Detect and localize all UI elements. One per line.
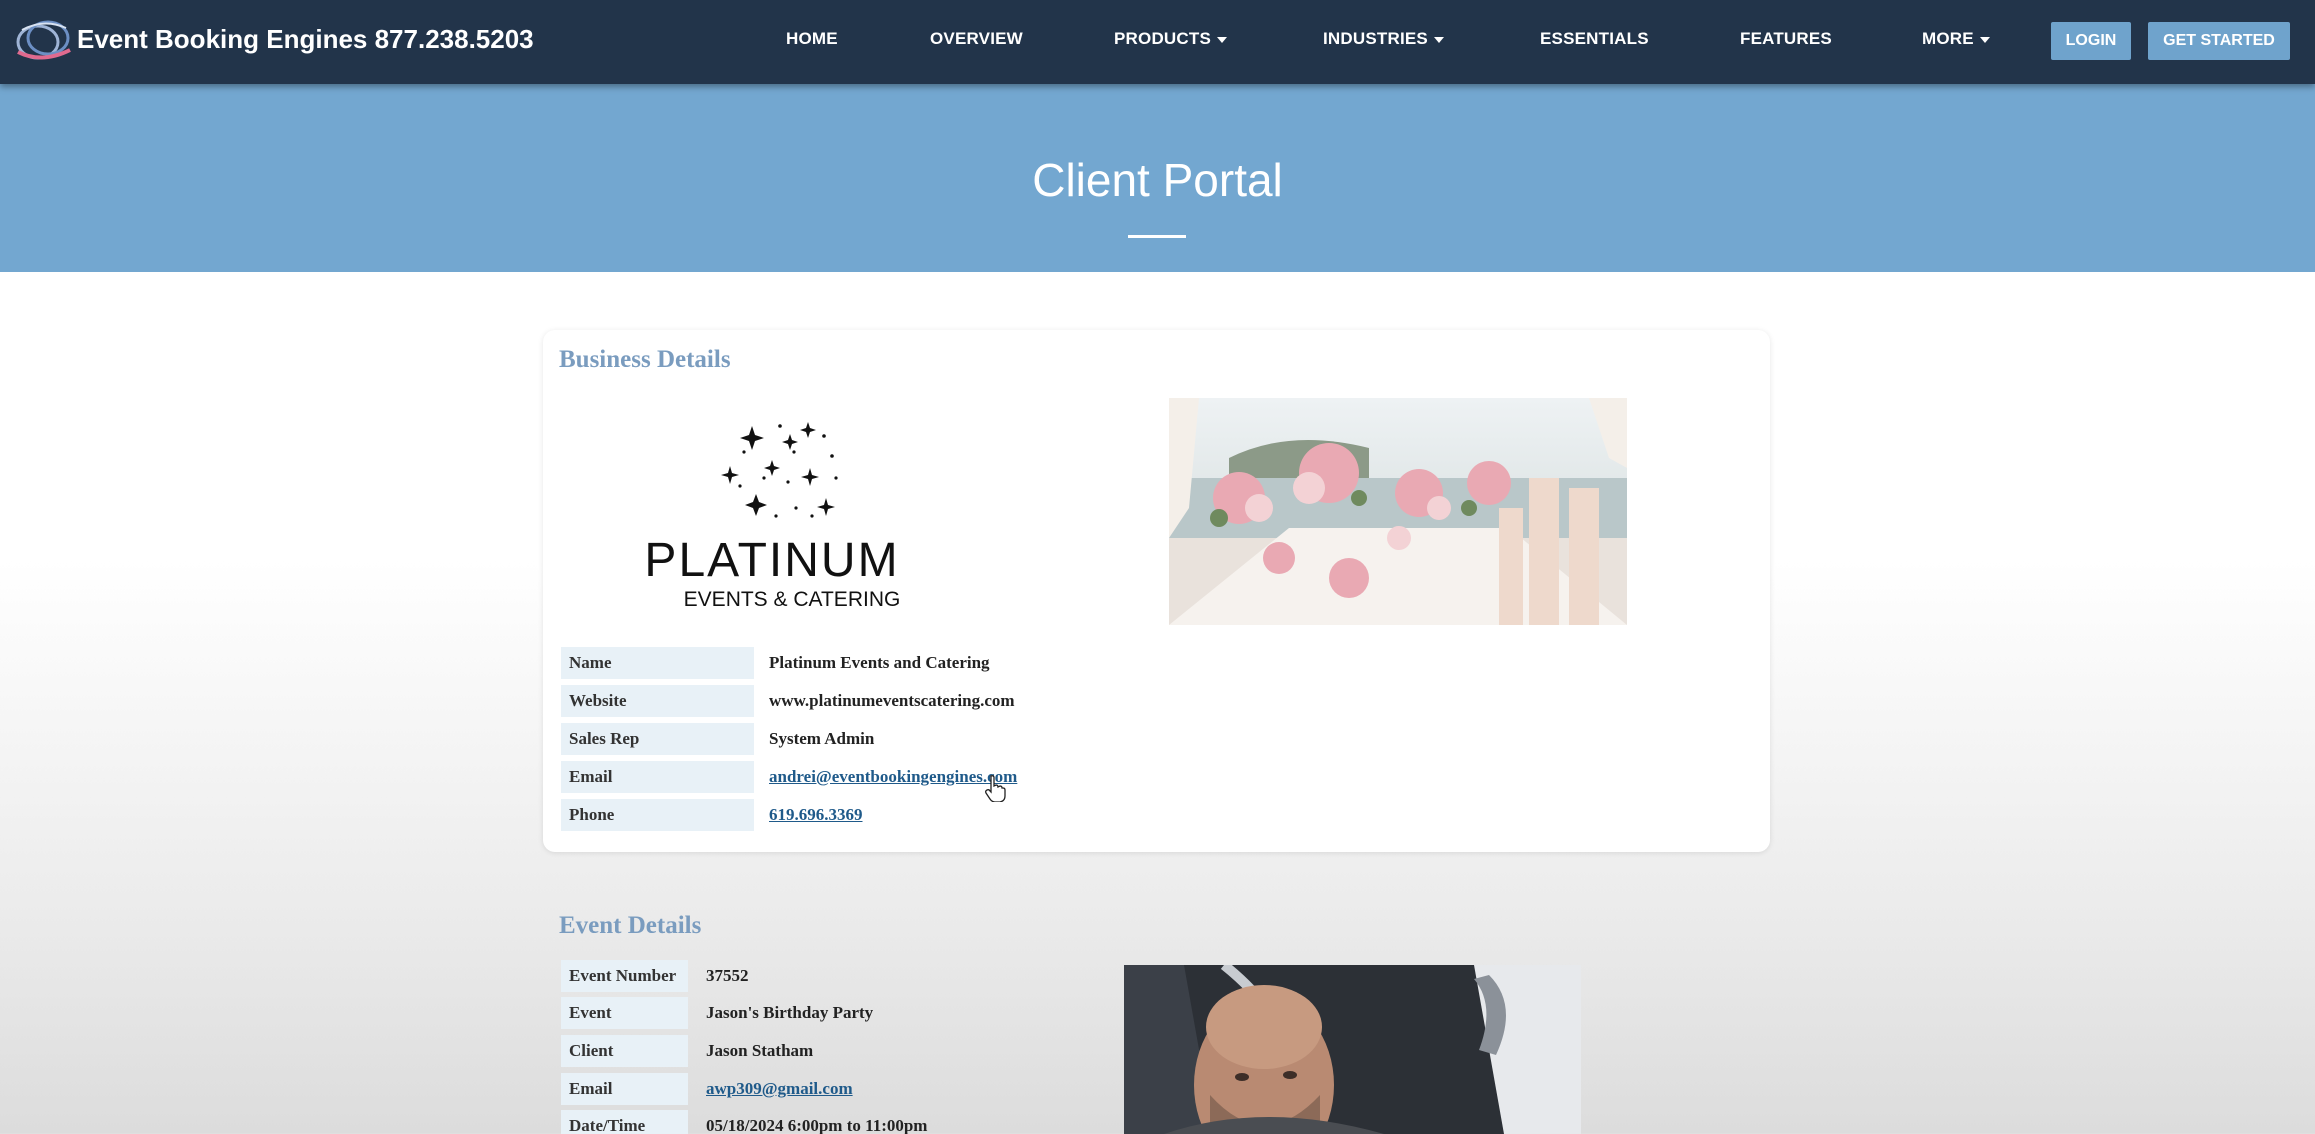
event-number-value: 37552 xyxy=(706,966,749,985)
event-details-heading: Event Details xyxy=(559,912,702,939)
event-name-label: Event xyxy=(561,997,688,1029)
business-email-label: Email xyxy=(561,761,754,793)
nav-home[interactable]: HOME xyxy=(786,29,838,49)
platinum-logo-sub: EVENTS & CATERING xyxy=(684,588,901,611)
top-navbar: Event Booking Engines 877.238.5203 HOME … xyxy=(0,0,2315,84)
client-photo xyxy=(1124,965,1581,1134)
nav-overview[interactable]: OVERVIEW xyxy=(930,29,1023,49)
get-started-button[interactable]: GET STARTED xyxy=(2148,22,2290,60)
business-name-label: Name xyxy=(561,647,754,679)
business-salesrep-value: System Admin xyxy=(769,729,875,748)
nav-products[interactable]: PRODUCTS xyxy=(1114,29,1227,49)
event-name-value: Jason's Birthday Party xyxy=(706,1003,874,1022)
event-email-label: Email xyxy=(561,1073,688,1105)
hero-banner: Client Portal xyxy=(0,84,2315,272)
nav-more-label: MORE xyxy=(1922,29,1974,48)
login-button[interactable]: LOGIN xyxy=(2051,22,2131,60)
venue-photo xyxy=(1169,398,1627,625)
event-email-link[interactable]: awp309@gmail.com xyxy=(706,1073,853,1105)
caret-down-icon xyxy=(1433,36,1444,43)
business-website-value: www.platinumeventscatering.com xyxy=(769,691,1015,710)
pointer-cursor-icon xyxy=(985,775,1006,802)
caret-down-icon xyxy=(1217,36,1227,43)
page-title: Client Portal xyxy=(1032,154,1283,206)
business-salesrep-label: Sales Rep xyxy=(561,723,754,755)
business-details-heading: Business Details xyxy=(559,346,731,373)
nav-more[interactable]: MORE xyxy=(1922,29,1990,49)
business-name-value: Platinum Events and Catering xyxy=(769,653,990,672)
platinum-logo-main: PLATINUM xyxy=(644,534,899,587)
nav-industries-label: INDUSTRIES xyxy=(1323,29,1428,48)
caret-down-icon xyxy=(1979,36,1990,43)
nav-features[interactable]: FEATURES xyxy=(1740,29,1832,49)
event-number-label: Event Number xyxy=(561,960,688,992)
title-underline xyxy=(1128,235,1186,238)
nav-products-label: PRODUCTS xyxy=(1114,29,1211,48)
business-phone-link[interactable]: 619.696.3369 xyxy=(769,799,863,831)
event-datetime-value: 05/18/2024 6:00pm to 11:00pm xyxy=(706,1116,928,1134)
event-datetime-label: Date/Time xyxy=(561,1110,688,1134)
business-website-label: Website xyxy=(561,685,754,717)
platinum-logo: PLATINUM EVENTS & CATERING xyxy=(644,422,901,611)
event-client-value: Jason Statham xyxy=(706,1041,814,1060)
business-email-link[interactable]: andrei@eventbookingengines.com xyxy=(769,761,1017,793)
nav-industries[interactable]: INDUSTRIES xyxy=(1323,29,1444,49)
brand-title[interactable]: Event Booking Engines 877.238.5203 xyxy=(77,24,534,55)
event-client-label: Client xyxy=(561,1035,688,1067)
nav-essentials[interactable]: ESSENTIALS xyxy=(1540,29,1649,49)
rings-logo-icon[interactable] xyxy=(12,16,74,64)
business-phone-label: Phone xyxy=(561,799,754,831)
